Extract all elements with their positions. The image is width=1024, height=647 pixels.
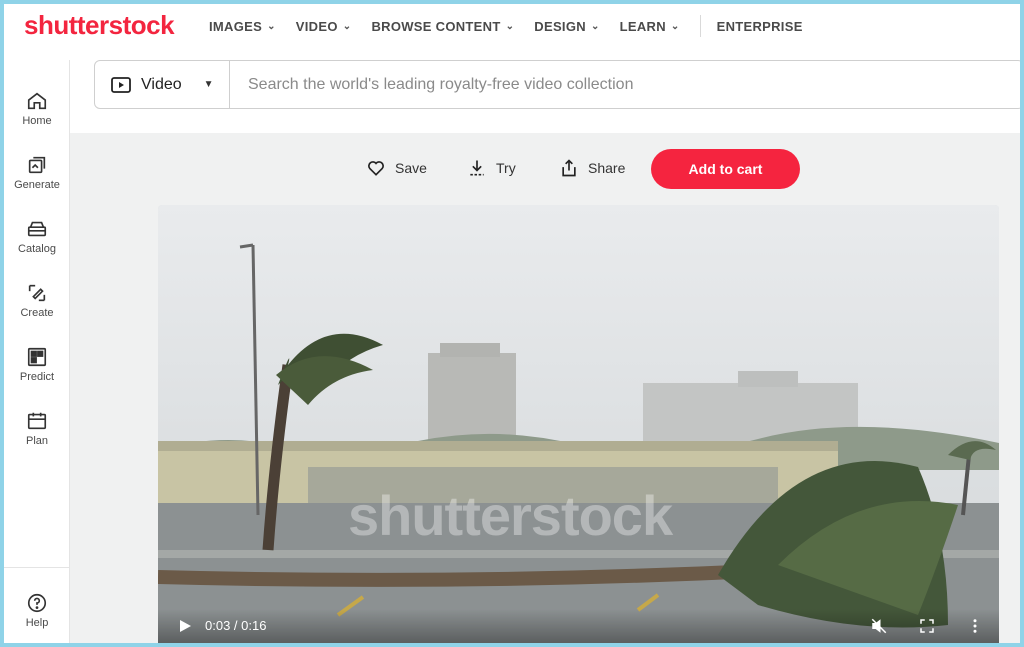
mute-icon[interactable] xyxy=(870,617,888,635)
sidebar-item-home[interactable]: Home xyxy=(4,90,70,146)
nav-menu: IMAGES ⌄ VIDEO ⌄ BROWSE CONTENT ⌄ DESIGN ⌄ L… xyxy=(209,4,823,48)
shutterstock-logo[interactable]: shutterstock xyxy=(24,10,175,41)
chevron-down-icon: ⌄ xyxy=(342,20,352,32)
app-frame: shutterstock IMAGES ⌄ VIDEO ⌄ BROWSE CONTE… xyxy=(4,4,1020,643)
nav-item-design[interactable]: DESIGN ⌄ xyxy=(534,19,599,34)
nav-item-enterprise[interactable]: ENTERPRISE xyxy=(717,19,803,34)
catalog-icon xyxy=(27,221,47,237)
video-time: 0:03 / 0:16 xyxy=(205,618,267,633)
plan-icon xyxy=(27,412,47,430)
add-to-cart-button[interactable]: Add to cart xyxy=(651,149,800,189)
video-player[interactable]: shutterstock 0:03 / 0:16 xyxy=(158,205,999,643)
save-button[interactable]: Save xyxy=(366,157,427,179)
try-button[interactable]: Try xyxy=(467,157,516,179)
predict-icon xyxy=(27,347,47,367)
generate-icon xyxy=(28,156,46,174)
media-type-select[interactable]: Video ▼ xyxy=(95,61,230,108)
search-input[interactable] xyxy=(230,61,1020,108)
video-frame xyxy=(158,205,999,643)
play-icon[interactable] xyxy=(178,619,192,633)
sidebar-item-create[interactable]: Create xyxy=(4,282,70,338)
action-bar: Save Try Share Add to cart xyxy=(70,133,1020,203)
search-bar: Video ▼ xyxy=(94,60,1020,109)
sidebar-divider xyxy=(4,567,70,568)
watermark: shutterstock xyxy=(348,484,673,547)
nav-divider xyxy=(699,15,701,37)
chevron-down-icon: ⌄ xyxy=(267,20,276,32)
nav-item-images[interactable]: IMAGES ⌄ xyxy=(209,19,276,34)
fullscreen-icon[interactable] xyxy=(918,617,936,635)
video-controls: 0:03 / 0:16 xyxy=(158,609,999,643)
main-content: Save Try Share Add to cart shutterstock … xyxy=(70,133,1020,643)
sidebar-item-generate[interactable]: Generate xyxy=(4,154,70,210)
chevron-down-icon: ⌄ xyxy=(590,20,600,32)
caret-down-icon: ▼ xyxy=(203,79,214,90)
more-options-icon[interactable] xyxy=(966,617,984,635)
nav-item-learn[interactable]: LEARN ⌄ xyxy=(620,19,680,34)
share-button[interactable]: Share xyxy=(559,157,625,179)
sidebar-item-help[interactable]: Help xyxy=(4,592,70,643)
sidebar-item-catalog[interactable]: Catalog xyxy=(4,218,70,274)
share-icon xyxy=(562,159,576,177)
left-sidebar: Home Generate Catalog Create Predict Pla… xyxy=(4,60,70,643)
sidebar-item-predict[interactable]: Predict xyxy=(4,346,70,402)
download-icon xyxy=(470,160,484,176)
chevron-down-icon: ⌄ xyxy=(505,20,515,32)
chevron-down-icon: ⌄ xyxy=(670,20,680,32)
sidebar-item-plan[interactable]: Plan xyxy=(4,410,70,466)
heart-icon xyxy=(368,161,384,176)
video-play-icon xyxy=(111,76,131,93)
help-icon xyxy=(27,593,47,613)
home-icon xyxy=(27,92,47,110)
create-icon xyxy=(28,284,46,302)
nav-item-video[interactable]: VIDEO ⌄ xyxy=(296,19,352,34)
nav-item-browse-content[interactable]: BROWSE CONTENT ⌄ xyxy=(371,19,514,34)
top-nav: shutterstock IMAGES ⌄ VIDEO ⌄ BROWSE CONTE… xyxy=(4,4,1020,60)
